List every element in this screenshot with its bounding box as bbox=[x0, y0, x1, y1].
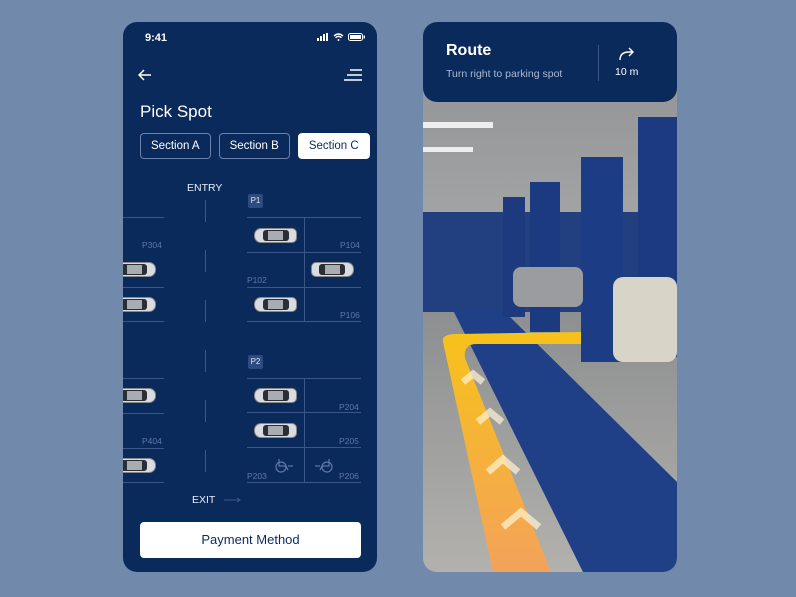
route-screen: Route Turn right to parking spot 10 m bbox=[423, 22, 677, 572]
car-icon bbox=[311, 262, 354, 277]
exit-label: EXIT bbox=[192, 494, 216, 506]
tab-section-a[interactable]: Section A bbox=[140, 133, 211, 159]
exit-arrow-icon bbox=[224, 497, 241, 503]
car-icon bbox=[254, 423, 297, 438]
route-distance: 10 m bbox=[615, 66, 639, 78]
car-icon bbox=[254, 388, 297, 403]
zone-badge-p1: P1 bbox=[248, 194, 263, 208]
status-time: 9:41 bbox=[145, 32, 168, 44]
status-icons bbox=[317, 33, 365, 41]
spot-P102[interactable]: P102 bbox=[247, 275, 267, 285]
pick-spot-screen: 9:41 Pick Spot Section A Section B Secti… bbox=[123, 22, 377, 572]
page-title: Pick Spot bbox=[140, 102, 212, 121]
aisle-line bbox=[205, 200, 206, 485]
filter-menu-icon[interactable] bbox=[344, 68, 362, 82]
route-instruction: Turn right to parking spot bbox=[446, 68, 563, 80]
car-icon bbox=[123, 262, 156, 277]
wheelchair-icon bbox=[315, 459, 333, 473]
spot-P203[interactable]: P203 bbox=[247, 471, 267, 481]
spot-P204[interactable]: P204 bbox=[339, 402, 359, 412]
signal-icon bbox=[317, 33, 328, 41]
tab-section-b[interactable]: Section B bbox=[218, 133, 290, 159]
turn-right-icon bbox=[619, 47, 634, 61]
back-arrow-icon[interactable] bbox=[138, 69, 152, 81]
route-card: Route Turn right to parking spot 10 m bbox=[423, 22, 677, 102]
entry-label: ENTRY bbox=[187, 182, 223, 194]
spot-P106[interactable]: P106 bbox=[340, 310, 360, 320]
wifi-icon bbox=[333, 33, 344, 41]
parking-camera-view bbox=[423, 22, 677, 572]
car-icon bbox=[123, 458, 156, 473]
payment-method-button[interactable]: Payment Method bbox=[140, 522, 361, 558]
zone-badge-p2: P2 bbox=[248, 355, 263, 369]
car-icon bbox=[254, 228, 297, 243]
spot-P404[interactable]: P404 bbox=[142, 436, 162, 446]
spot-P304[interactable]: P304 bbox=[142, 240, 162, 250]
tab-section-c[interactable]: Section C bbox=[297, 133, 370, 159]
section-tabs: Section A Section B Section C bbox=[140, 133, 370, 159]
spot-P206[interactable]: P206 bbox=[339, 471, 359, 481]
spot-P205[interactable]: P205 bbox=[339, 436, 359, 446]
car-icon bbox=[123, 297, 156, 312]
car-icon bbox=[254, 297, 297, 312]
divider bbox=[598, 45, 599, 81]
battery-icon bbox=[348, 33, 365, 41]
car-icon bbox=[123, 388, 156, 403]
wheelchair-icon bbox=[275, 459, 293, 473]
route-title: Route bbox=[446, 42, 492, 59]
spot-P104[interactable]: P104 bbox=[340, 240, 360, 250]
